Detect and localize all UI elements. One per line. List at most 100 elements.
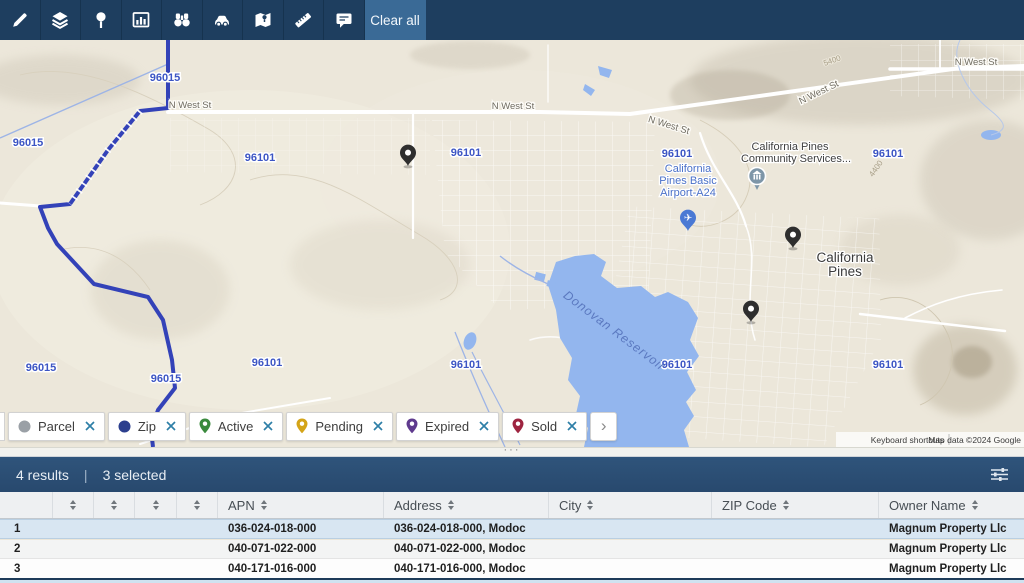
sort-column-header[interactable] [177, 492, 218, 518]
results-count: 4 results [16, 467, 69, 483]
sort-column-header[interactable] [135, 492, 177, 518]
airport-label: California [665, 163, 712, 175]
chip-label: Expired [425, 419, 469, 434]
chip-label: Sold [531, 419, 557, 434]
search-area-button[interactable] [162, 0, 203, 40]
zip-label: 96015 [150, 72, 181, 84]
address-cell: 036-024-018-000, Modoc [384, 523, 549, 535]
drive-time-button[interactable] [203, 0, 244, 40]
address-cell: 040-071-022-000, Modoc [384, 543, 549, 555]
map-view-button[interactable] [243, 0, 284, 40]
table-row[interactable]: 1 036-024-018-000 036-024-018-000, Modoc… [0, 519, 1024, 539]
chip-partial[interactable] [0, 412, 5, 441]
panel-resize-handle[interactable]: ··· [0, 447, 1024, 457]
locality-label: Pines [828, 264, 862, 279]
chip-label: Active [218, 419, 253, 434]
zip-label: 96101 [873, 148, 904, 160]
chips-scroll-right-button[interactable]: › [590, 412, 617, 441]
sort-icon [111, 500, 117, 510]
map-svg[interactable]: N West St N West St N West St N West St … [0, 40, 1024, 447]
map-canvas[interactable]: N West St N West St N West St N West St … [0, 40, 1024, 447]
sort-icon [448, 500, 454, 510]
selected-count: 3 selected [103, 467, 167, 483]
zip-column-header[interactable]: ZIP Code [712, 492, 879, 518]
chip-remove-icon[interactable] [85, 421, 95, 431]
column-label: APN [228, 498, 255, 513]
row-index: 1 [0, 523, 53, 535]
sort-icon [972, 500, 978, 510]
zip-label: 96101 [252, 357, 283, 369]
zip-label: 96101 [873, 359, 904, 371]
table-bottom-scrollbar[interactable] [0, 578, 1024, 583]
bar-chart-icon [131, 10, 151, 30]
sort-column-header[interactable] [94, 492, 135, 518]
community-services-label: Community Services... [741, 153, 851, 165]
street-label: N West St [955, 57, 998, 68]
owner-cell: Magnum Property Llc [879, 523, 1024, 535]
chip-label: Pending [315, 419, 363, 434]
binoculars-icon [172, 10, 192, 30]
parcel-circle-icon [18, 420, 31, 433]
pencil-icon [10, 10, 30, 30]
results-separator: | [84, 467, 88, 483]
notes-button[interactable] [324, 0, 365, 40]
chip-sold[interactable]: Sold [502, 412, 587, 441]
owner-cell: Magnum Property Llc [879, 563, 1024, 575]
expired-pin-icon [406, 418, 418, 434]
chip-parcel[interactable]: Parcel [8, 412, 105, 441]
address-cell: 040-171-016-000, Modoc [384, 563, 549, 575]
street-label: N West St [169, 100, 212, 111]
draw-button[interactable] [0, 0, 41, 40]
sort-column-header[interactable] [53, 492, 94, 518]
filter-chips-bar: Parcel Zip Active [0, 411, 617, 441]
layers-icon [50, 10, 70, 30]
sold-pin-icon [512, 418, 524, 434]
row-index: 2 [0, 543, 53, 555]
chip-remove-icon[interactable] [263, 421, 273, 431]
table-row[interactable]: 3 040-171-016-000 040-171-016-000, Modoc… [0, 559, 1024, 579]
zip-label: 96101 [451, 359, 482, 371]
drag-dots: ··· [504, 447, 521, 453]
chip-zip[interactable]: Zip [108, 412, 186, 441]
table-row[interactable]: 2 040-071-022-000 040-071-022-000, Modoc… [0, 540, 1024, 560]
measure-button[interactable] [284, 0, 325, 40]
chip-remove-icon[interactable] [373, 421, 383, 431]
chip-remove-icon[interactable] [166, 421, 176, 431]
statistics-button[interactable] [122, 0, 163, 40]
table-settings-button[interactable] [987, 464, 1012, 485]
zip-label: 96015 [26, 362, 57, 374]
column-label: City [559, 498, 581, 513]
owner-column-header[interactable]: Owner Name [879, 492, 1024, 518]
apn-column-header[interactable]: APN [218, 492, 384, 518]
locality-label: California [816, 250, 874, 265]
chip-remove-icon[interactable] [567, 421, 577, 431]
chevron-right-icon: › [601, 416, 607, 436]
map-icon [253, 10, 273, 30]
row-index: 3 [0, 563, 53, 575]
street-label: N West St [492, 101, 535, 112]
pin-icon [91, 10, 111, 30]
comment-icon [334, 10, 354, 30]
city-column-header[interactable]: City [549, 492, 712, 518]
address-column-header[interactable]: Address [384, 492, 549, 518]
chip-label: Parcel [38, 419, 75, 434]
table-header-row: APN Address City ZIP Code Owner Name [0, 492, 1024, 519]
layers-button[interactable] [41, 0, 82, 40]
airport-label: Pines Basic [659, 175, 717, 187]
column-label: ZIP Code [722, 498, 777, 513]
map-data-attribution: Map data ©2024 Google [928, 435, 1021, 445]
map-attribution: Keyboard shortcuts Map data ©2024 Google [836, 432, 1024, 447]
zip-label: 96101 [245, 152, 276, 164]
zip-label: 96015 [151, 373, 182, 385]
column-label: Owner Name [889, 498, 966, 513]
chip-remove-icon[interactable] [479, 421, 489, 431]
chip-label: Zip [138, 419, 156, 434]
sort-icon [70, 500, 76, 510]
chip-active[interactable]: Active [189, 412, 283, 441]
clear-all-button[interactable]: Clear all [365, 0, 426, 40]
chip-pending[interactable]: Pending [286, 412, 393, 441]
airport-label: Airport-A24 [660, 187, 716, 199]
zip-label: 96015 [13, 137, 44, 149]
drop-pin-button[interactable] [81, 0, 122, 40]
chip-expired[interactable]: Expired [396, 412, 499, 441]
